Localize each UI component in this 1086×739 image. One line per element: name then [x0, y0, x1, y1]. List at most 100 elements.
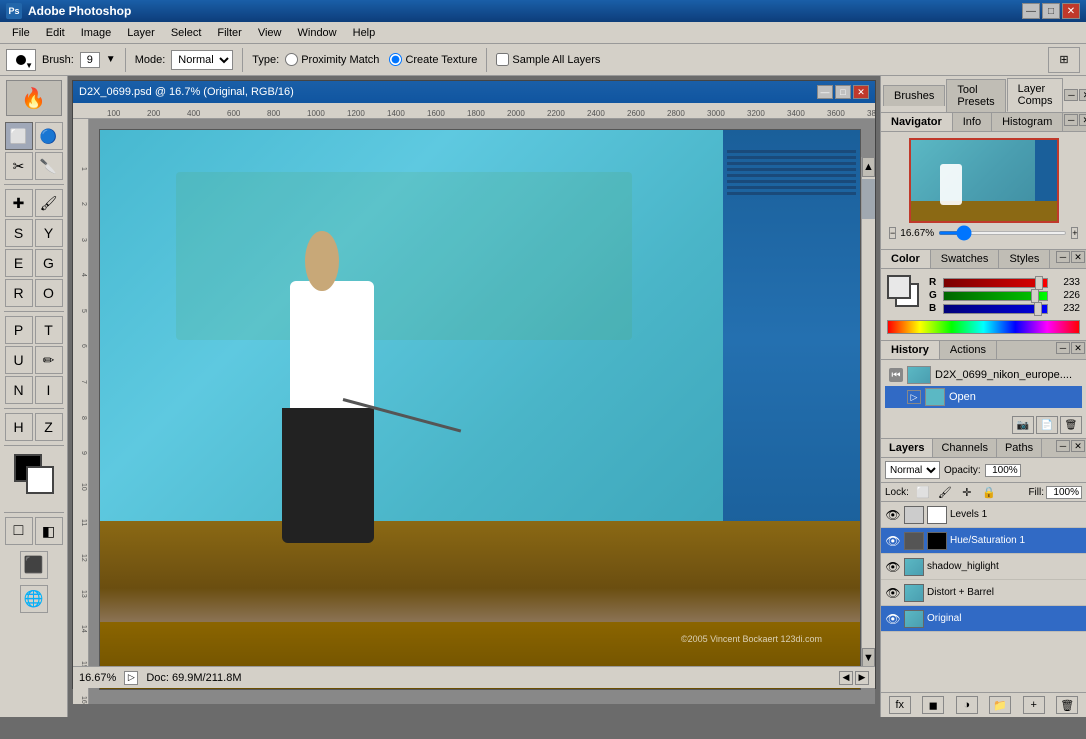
top-panel-close-btn[interactable]: ✕	[1079, 89, 1086, 101]
layer-mask-btn[interactable]: ◼	[922, 696, 944, 714]
history-open-row[interactable]: ▷ Open	[885, 386, 1082, 408]
marquee-tool[interactable]: ⬜	[5, 122, 33, 150]
mode-select[interactable]: Normal	[171, 50, 233, 70]
color-close-btn[interactable]: ✕	[1071, 251, 1085, 263]
notes-tool[interactable]: N	[5, 376, 33, 404]
g-slider-handle[interactable]	[1031, 289, 1039, 303]
imageready-btn[interactable]: 🌐	[20, 585, 48, 613]
tab-histogram[interactable]: Histogram	[992, 113, 1063, 131]
sample-all-layers-option[interactable]: Sample All Layers	[496, 53, 600, 66]
pen-tool[interactable]: ✏	[35, 346, 63, 374]
canvas-area[interactable]: D2X_0699.psd @ 16.7% (Original, RGB/16) …	[68, 76, 880, 717]
vscroll-down-btn[interactable]: ▼	[862, 648, 875, 668]
lock-all-icon[interactable]: 🔒	[981, 485, 997, 499]
zoom-slider[interactable]	[938, 231, 1067, 235]
b-slider-handle[interactable]	[1034, 302, 1042, 316]
blur-tool[interactable]: R	[5, 279, 33, 307]
crop-tool[interactable]: ✂	[5, 152, 33, 180]
zoom-in-btn[interactable]: +	[1071, 227, 1078, 239]
path-tool[interactable]: P	[5, 316, 33, 344]
fill-value[interactable]	[1046, 486, 1082, 499]
color-spectrum-bar[interactable]	[887, 320, 1080, 334]
color-collapse-btn[interactable]: ─	[1056, 251, 1070, 263]
tab-actions[interactable]: Actions	[940, 341, 997, 359]
layer-row-distort[interactable]: 👁 Distort + Barrel	[881, 580, 1086, 606]
layer-row-shadow[interactable]: 👁 shadow_higlight	[881, 554, 1086, 580]
doc-minimize-button[interactable]: —	[817, 85, 833, 99]
layer-fx-btn[interactable]: fx	[889, 696, 911, 714]
clone-stamp-tool[interactable]: S	[5, 219, 33, 247]
menu-window[interactable]: Window	[290, 25, 345, 41]
layer-adj-btn[interactable]: ◑	[956, 696, 978, 714]
menu-image[interactable]: Image	[73, 25, 120, 41]
tab-brushes[interactable]: Brushes	[883, 85, 945, 106]
zoom-out-btn[interactable]: −	[889, 227, 896, 239]
menu-help[interactable]: Help	[345, 25, 384, 41]
menu-layer[interactable]: Layer	[119, 25, 163, 41]
history-brush-tool[interactable]: Y	[35, 219, 63, 247]
tab-history[interactable]: History	[881, 341, 940, 359]
healing-brush-tool[interactable]: ✚	[5, 189, 33, 217]
history-collapse-btn[interactable]: ─	[1056, 342, 1070, 354]
layer-new-btn[interactable]: +	[1023, 696, 1045, 714]
tab-channels[interactable]: Channels	[933, 439, 996, 457]
layer-vis-shadow[interactable]: 👁	[885, 559, 901, 575]
layer-vis-distort[interactable]: 👁	[885, 585, 901, 601]
proximity-match-option[interactable]: Proximity Match	[285, 53, 379, 66]
screen-mode[interactable]: ⬛	[20, 551, 48, 579]
layer-vis-huesat[interactable]: 👁	[885, 533, 901, 549]
image-canvas[interactable]: ©2005 Vincent Bockaert 123di.com	[99, 129, 861, 690]
menu-select[interactable]: Select	[163, 25, 210, 41]
doc-titlebar-controls[interactable]: — □ ✕	[817, 85, 869, 99]
blend-mode-select[interactable]: Normal	[885, 461, 940, 479]
history-new-doc-btn[interactable]: 📄	[1036, 416, 1058, 434]
navigator-close-btn[interactable]: ✕	[1079, 114, 1086, 126]
tab-layers[interactable]: Layers	[881, 439, 933, 457]
status-preview-btn[interactable]: ▷	[124, 671, 138, 685]
history-snapshot-btn[interactable]: 📷	[1012, 416, 1034, 434]
doc-maximize-button[interactable]: □	[835, 85, 851, 99]
layers-close-btn[interactable]: ✕	[1071, 440, 1085, 452]
brush-dropdown-arrow[interactable]: ▼	[106, 54, 116, 65]
layer-group-btn[interactable]: 📁	[989, 696, 1011, 714]
g-slider[interactable]	[943, 291, 1048, 301]
layer-vis-original[interactable]: 👁	[885, 611, 901, 627]
tab-tool-presets[interactable]: Tool Presets	[946, 79, 1005, 112]
standard-mode[interactable]: □	[5, 517, 33, 545]
brush-tool[interactable]: 🖌	[35, 189, 63, 217]
tab-swatches[interactable]: Swatches	[931, 250, 1000, 268]
doc-close-button[interactable]: ✕	[853, 85, 869, 99]
fg-swatch[interactable]	[887, 275, 911, 299]
navigator-collapse-btn[interactable]: ─	[1064, 114, 1078, 126]
text-tool[interactable]: T	[35, 316, 63, 344]
layer-row-original[interactable]: 👁 Original	[881, 606, 1086, 632]
tab-info[interactable]: Info	[953, 113, 992, 131]
menu-view[interactable]: View	[250, 25, 290, 41]
b-slider[interactable]	[943, 304, 1048, 314]
layers-collapse-btn[interactable]: ─	[1056, 440, 1070, 452]
menu-file[interactable]: File	[4, 25, 38, 41]
menu-filter[interactable]: Filter	[209, 25, 249, 41]
menu-edit[interactable]: Edit	[38, 25, 73, 41]
top-panel-collapse-btn[interactable]: ─	[1064, 89, 1078, 101]
status-left-btn[interactable]: ◀	[839, 671, 853, 685]
history-close-btn[interactable]: ✕	[1071, 342, 1085, 354]
create-texture-option[interactable]: Create Texture	[389, 53, 477, 66]
lock-image-icon[interactable]: 🖌	[937, 485, 953, 499]
eraser-tool[interactable]: E	[5, 249, 33, 277]
history-delete-btn[interactable]: 🗑	[1060, 416, 1082, 434]
minimize-button[interactable]: —	[1022, 3, 1040, 19]
layer-delete-btn[interactable]: 🗑	[1056, 696, 1078, 714]
layer-vis-levels1[interactable]: 👁	[885, 507, 901, 523]
r-slider[interactable]	[943, 278, 1048, 288]
maximize-button[interactable]: □	[1042, 3, 1060, 19]
tab-navigator[interactable]: Navigator	[881, 113, 953, 131]
fill-tool[interactable]: G	[35, 249, 63, 277]
dodge-tool[interactable]: O	[35, 279, 63, 307]
lock-transparent-icon[interactable]: ⬜	[915, 485, 931, 499]
titlebar-controls[interactable]: — □ ✕	[1022, 3, 1080, 19]
brush-preview[interactable]: ▼	[6, 49, 36, 71]
eyedropper-tool[interactable]: I	[35, 376, 63, 404]
create-texture-radio[interactable]	[389, 53, 402, 66]
options-palette-btn[interactable]: ⊞	[1048, 47, 1080, 73]
